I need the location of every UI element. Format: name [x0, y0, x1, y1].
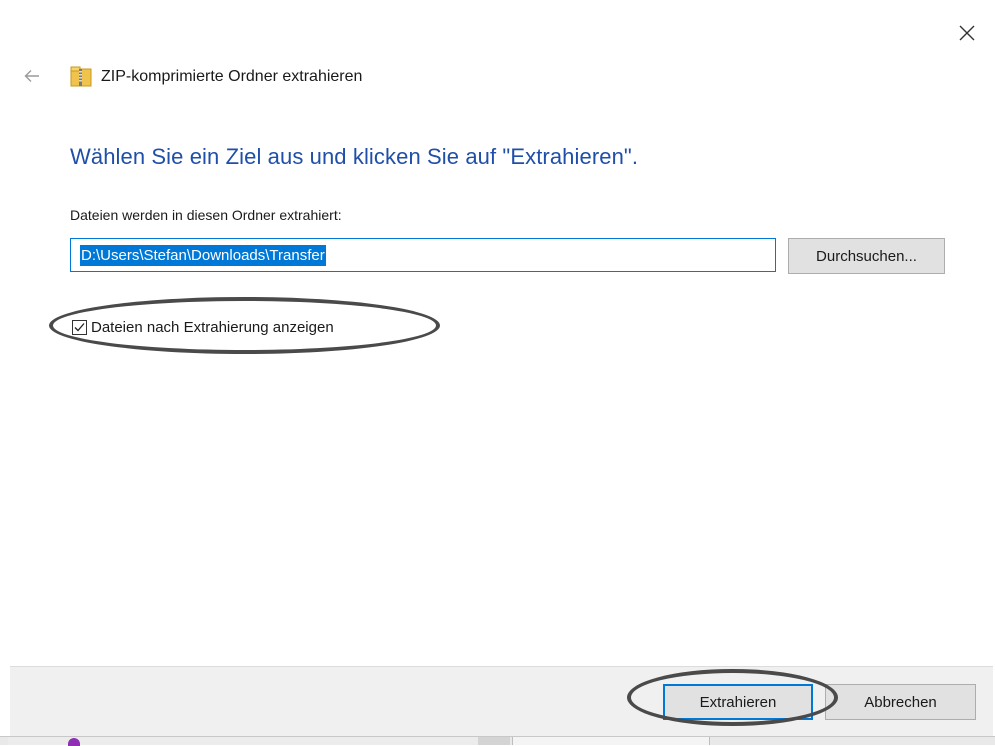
cancel-button-label: Abbrechen: [864, 693, 937, 711]
browse-button[interactable]: Durchsuchen...: [788, 238, 945, 274]
back-arrow-icon: [24, 70, 39, 82]
close-icon: [959, 25, 975, 41]
zip-folder-icon: [70, 66, 92, 87]
background-app-icon: [68, 738, 80, 746]
destination-folder-label: Dateien werden in diesen Ordner extrahie…: [70, 207, 342, 223]
annotation-ellipse-checkbox: [49, 297, 440, 354]
close-button[interactable]: [950, 16, 984, 50]
annotation-ellipse-extract: [627, 669, 838, 726]
page-heading: Wählen Sie ein Ziel aus und klicken Sie …: [70, 144, 639, 169]
back-button[interactable]: [20, 64, 44, 88]
destination-path-value: D:\Users\Stefan\Downloads\Transfer: [80, 244, 326, 266]
cancel-button[interactable]: Abbrechen: [825, 684, 976, 720]
browse-button-label: Durchsuchen...: [816, 247, 917, 265]
window-title: ZIP-komprimierte Ordner extrahieren: [101, 68, 363, 85]
destination-path-input[interactable]: D:\Users\Stefan\Downloads\Transfer: [70, 238, 776, 272]
